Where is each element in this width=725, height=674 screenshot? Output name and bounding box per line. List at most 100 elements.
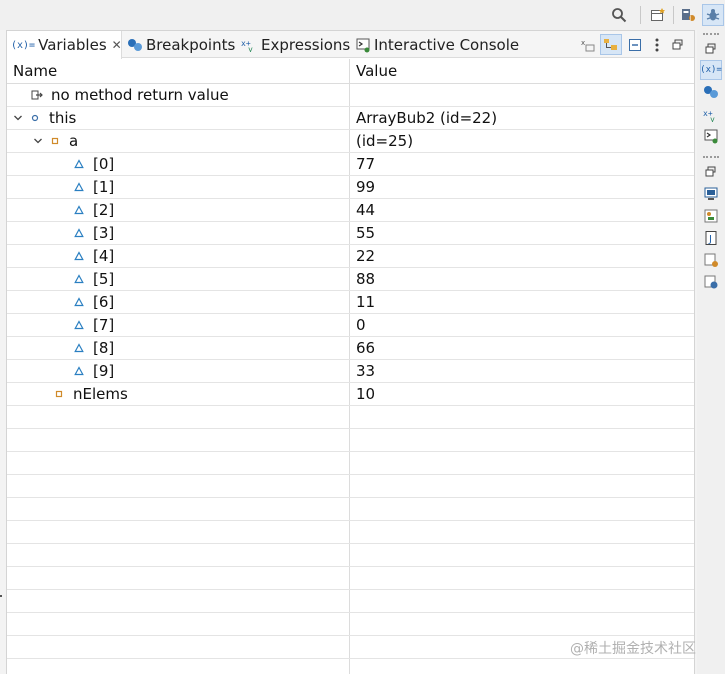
variable-value: ArrayBub2 (id=22) bbox=[356, 109, 498, 127]
chevron-down-icon[interactable] bbox=[31, 134, 45, 148]
java-perspective-icon[interactable]: J bbox=[677, 4, 699, 26]
trim-drag-handle[interactable] bbox=[703, 33, 719, 35]
variable-name: a bbox=[69, 132, 79, 150]
variable-name: [3] bbox=[93, 224, 115, 242]
show-logical-structure-icon[interactable] bbox=[600, 34, 622, 55]
tree-row[interactable]: [4] 22 bbox=[7, 245, 694, 268]
tree-row[interactable]: [6] 11 bbox=[7, 291, 694, 314]
tree-row[interactable]: no method return value bbox=[7, 84, 694, 107]
variable-value: 22 bbox=[356, 247, 376, 265]
tree-row[interactable]: [1] 99 bbox=[7, 176, 694, 199]
tree-row[interactable]: nElems 10 bbox=[7, 383, 694, 406]
collapse-all-icon[interactable] bbox=[624, 34, 646, 55]
svg-text:J: J bbox=[708, 234, 712, 245]
open-perspective-icon[interactable] bbox=[647, 4, 669, 26]
array-element-icon bbox=[73, 273, 85, 285]
variable-value: 66 bbox=[356, 339, 376, 357]
tree-row[interactable]: [2] 44 bbox=[7, 199, 694, 222]
empty-row bbox=[7, 544, 694, 567]
perspective-toolbar: J bbox=[0, 0, 725, 30]
tree-row[interactable]: [3] 55 bbox=[7, 222, 694, 245]
tab-label: Variables bbox=[38, 36, 107, 54]
debug-perspective-icon[interactable] bbox=[702, 4, 724, 26]
variable-name: this bbox=[49, 109, 77, 127]
variable-value: 77 bbox=[356, 155, 376, 173]
empty-row bbox=[7, 452, 694, 475]
breakpoints-view-icon[interactable] bbox=[700, 82, 722, 102]
column-header-name[interactable]: Name bbox=[13, 59, 57, 84]
tab-interactive-console[interactable]: Interactive Console bbox=[355, 31, 519, 58]
array-element-icon bbox=[73, 319, 85, 331]
array-element-icon bbox=[73, 158, 85, 170]
method-return-icon bbox=[31, 89, 43, 101]
variables-tree: Name Value no method return value this A… bbox=[7, 59, 694, 674]
variable-name: [1] bbox=[93, 178, 115, 196]
variables-view-icon[interactable]: (x)= bbox=[700, 60, 722, 80]
tree-row[interactable]: this ArrayBub2 (id=22) bbox=[7, 107, 694, 130]
view-menu-icon[interactable] bbox=[646, 34, 668, 55]
tab-label: Interactive Console bbox=[374, 35, 520, 54]
tab-breakpoints[interactable]: Breakpoints bbox=[127, 31, 235, 58]
restore-icon[interactable] bbox=[700, 162, 722, 182]
edge-mark bbox=[0, 595, 2, 597]
view-tab-strip: (x)= Variables ✕ Breakpoints x+ y Express… bbox=[7, 31, 694, 59]
array-element-icon bbox=[73, 365, 85, 377]
console-icon bbox=[355, 37, 371, 53]
array-element-icon bbox=[73, 342, 85, 354]
minimize-view-icon[interactable] bbox=[667, 34, 689, 55]
array-element-icon bbox=[73, 181, 85, 193]
svg-text:y: y bbox=[248, 45, 253, 52]
restore-icon[interactable] bbox=[700, 39, 722, 59]
empty-row bbox=[7, 429, 694, 452]
toolbar-separator bbox=[673, 6, 674, 24]
column-header-value[interactable]: Value bbox=[356, 59, 397, 84]
tab-variables[interactable]: (x)= Variables ✕ bbox=[7, 31, 122, 59]
tree-header: Name Value bbox=[7, 59, 694, 84]
tree-row[interactable]: [9] 33 bbox=[7, 360, 694, 383]
tree-row[interactable]: [7] 0 bbox=[7, 314, 694, 337]
search-icon[interactable] bbox=[608, 4, 630, 26]
variable-name: nElems bbox=[73, 385, 128, 403]
right-trim-bar: (x)= x+ y J bbox=[697, 30, 725, 674]
variable-value: 33 bbox=[356, 362, 376, 380]
empty-row bbox=[7, 613, 694, 636]
variable-value: (id=25) bbox=[356, 132, 414, 150]
empty-row bbox=[7, 567, 694, 590]
javadoc-view-icon[interactable]: J bbox=[700, 228, 722, 248]
field-icon bbox=[49, 135, 61, 147]
console-view-icon[interactable] bbox=[700, 126, 722, 146]
close-icon[interactable]: ✕ bbox=[112, 38, 122, 52]
variable-name: [2] bbox=[93, 201, 115, 219]
show-type-names-icon[interactable]: x bbox=[577, 34, 599, 55]
declaration-view-icon[interactable] bbox=[700, 250, 722, 270]
tab-label: Breakpoints bbox=[146, 35, 236, 54]
empty-row bbox=[7, 406, 694, 429]
svg-text:x: x bbox=[581, 39, 585, 47]
tree-row[interactable]: [5] 88 bbox=[7, 268, 694, 291]
expressions-view-icon[interactable]: x+ y bbox=[700, 104, 722, 124]
variable-name: [9] bbox=[93, 362, 115, 380]
tree-row[interactable]: [0] 77 bbox=[7, 153, 694, 176]
variable-value: 55 bbox=[356, 224, 376, 242]
trim-drag-handle[interactable] bbox=[703, 156, 719, 158]
problems-view-icon[interactable] bbox=[700, 272, 722, 292]
breakpoints-icon bbox=[127, 38, 143, 52]
variable-value: 10 bbox=[356, 385, 376, 403]
display-view-icon[interactable] bbox=[700, 184, 722, 204]
outline-view-icon[interactable] bbox=[700, 206, 722, 226]
tree-row[interactable]: [8] 66 bbox=[7, 337, 694, 360]
variable-name: [5] bbox=[93, 270, 115, 288]
variables-view: (x)= Variables ✕ Breakpoints x+ y Express… bbox=[6, 30, 695, 674]
tab-expressions[interactable]: x+ y Expressions bbox=[241, 31, 350, 58]
svg-text:J: J bbox=[689, 16, 691, 22]
chevron-down-icon[interactable] bbox=[11, 111, 25, 125]
array-element-icon bbox=[73, 296, 85, 308]
variable-name: no method return value bbox=[51, 86, 229, 104]
array-element-icon bbox=[73, 227, 85, 239]
variable-name: [4] bbox=[93, 247, 115, 265]
variable-value: 44 bbox=[356, 201, 376, 219]
watermark: @稀土掘金技术社区 bbox=[570, 641, 696, 657]
tree-row[interactable]: a (id=25) bbox=[7, 130, 694, 153]
empty-row bbox=[7, 498, 694, 521]
tab-label: Expressions bbox=[261, 35, 351, 54]
